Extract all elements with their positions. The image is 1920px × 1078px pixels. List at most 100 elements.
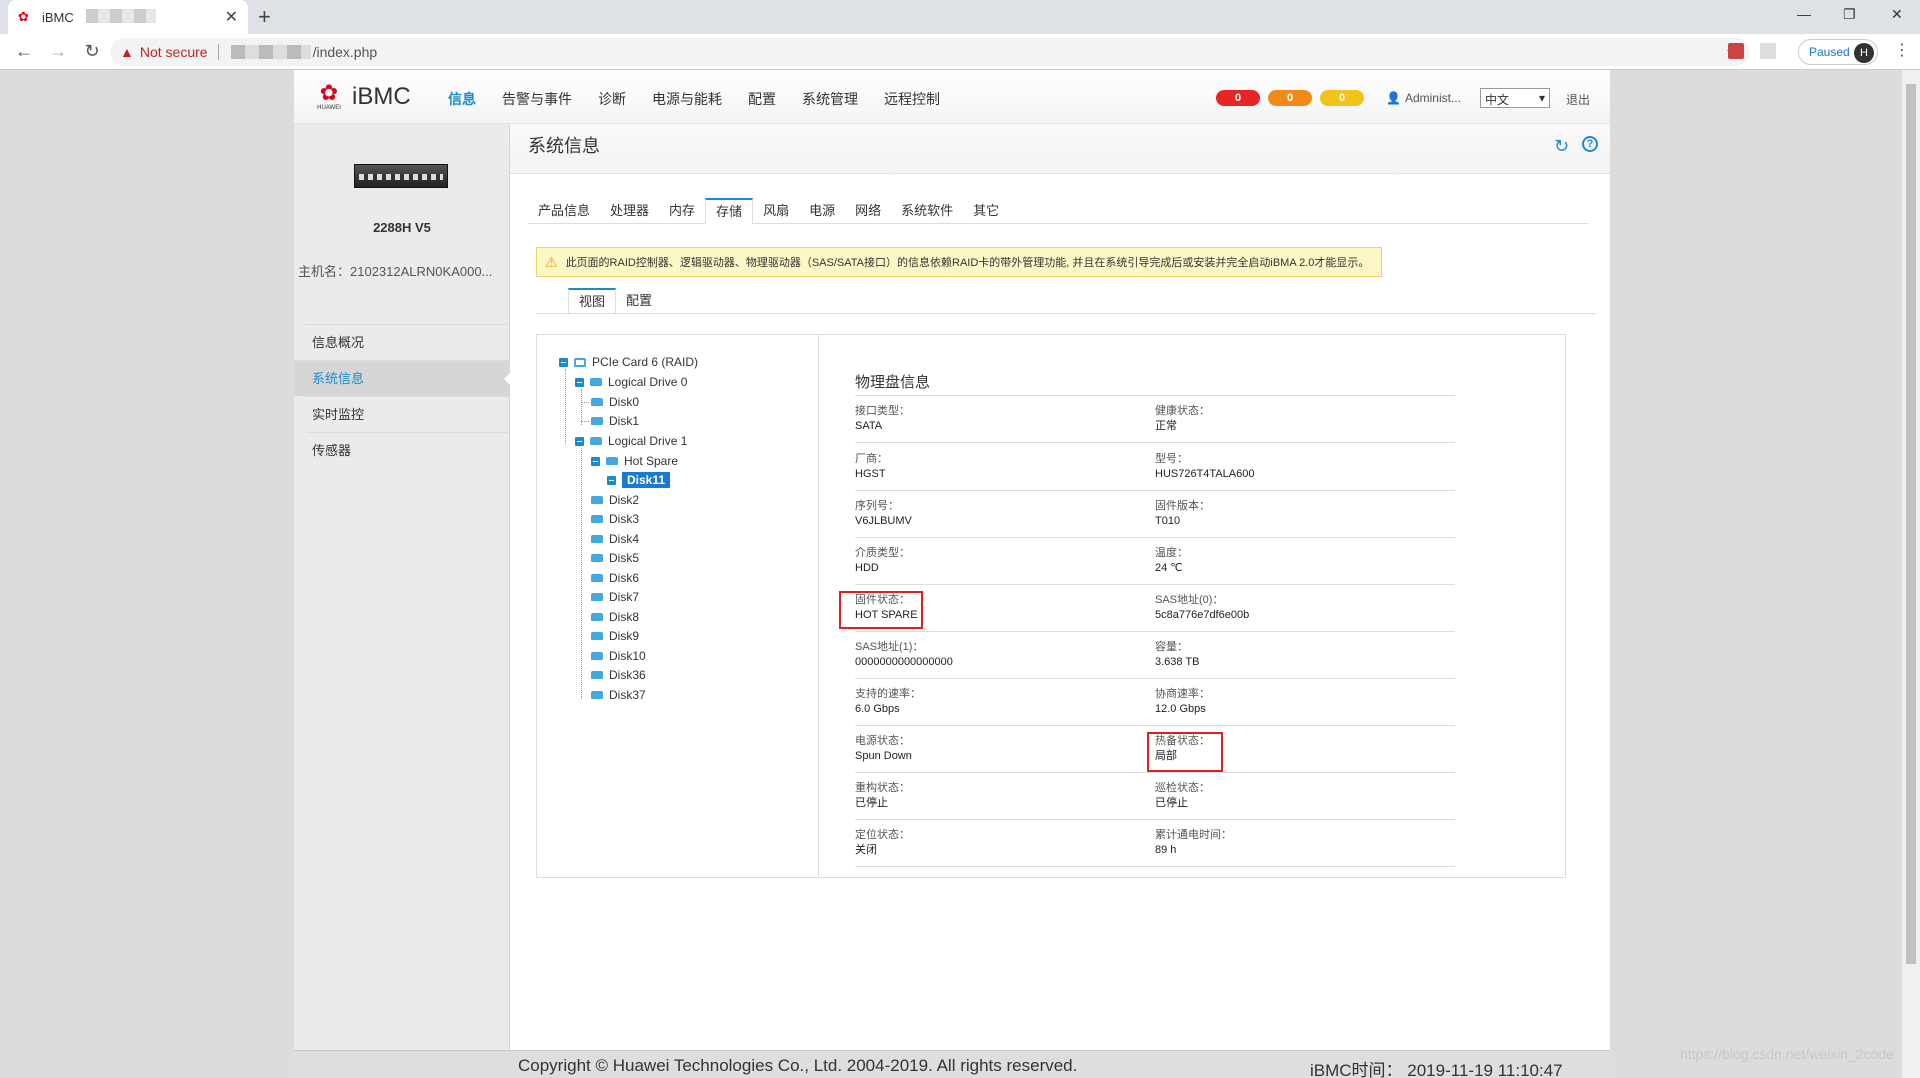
disk-icon <box>591 593 603 601</box>
tree-node-hot-spare[interactable]: Hot Spare <box>591 452 678 470</box>
tab-processor[interactable]: 处理器 <box>600 198 659 224</box>
tree-node-disk[interactable]: Disk8 <box>591 608 639 626</box>
detail-row: SAS地址(1)： 0000000000000000 容量： 3.638 TB <box>855 632 1455 679</box>
nav-alarms[interactable]: 告警与事件 <box>502 89 572 109</box>
restore-icon[interactable]: ❐ <box>1843 6 1856 23</box>
browser-toolbar: ← → ↻ ▲ Not secure /index.php ☆ <box>0 34 1920 70</box>
tree-node-logical-drive-1[interactable]: Logical Drive 1 <box>575 432 687 450</box>
minor-alarm-badge[interactable]: 0 <box>1320 90 1364 106</box>
minimize-icon[interactable]: — <box>1797 6 1811 22</box>
nav-system-admin[interactable]: 系统管理 <box>802 89 858 109</box>
critical-alarm-badge[interactable]: 0 <box>1216 90 1260 106</box>
nav-info[interactable]: 信息 <box>448 89 476 109</box>
sidebar-item-sensors[interactable]: 传感器 <box>306 432 510 468</box>
refresh-icon[interactable]: ↻ <box>1554 136 1569 157</box>
nav-diagnostics[interactable]: 诊断 <box>598 89 626 109</box>
language-select[interactable]: 中文 ▾ <box>1480 88 1550 108</box>
tab-view[interactable]: 视图 <box>568 288 617 315</box>
tree-node-disk[interactable]: Disk9 <box>591 627 639 645</box>
detail-row: 固件状态： HOT SPARE SAS地址(0)： 5c8a776e7df6e00b <box>855 585 1455 632</box>
tree-node-disk[interactable]: Disk37 <box>591 686 646 704</box>
tab-storage-config[interactable]: 配置 <box>616 288 662 314</box>
details-title: 物理盘信息 <box>855 374 931 391</box>
tree-node-disk[interactable]: Disk2 <box>591 491 639 509</box>
extension-icon[interactable] <box>1760 43 1776 59</box>
tree-node-disk[interactable]: Disk4 <box>591 530 639 548</box>
logo-sub: HUAWEI <box>317 105 341 111</box>
sidebar-item-system-info[interactable]: 系统信息 <box>294 360 511 396</box>
browser-tab[interactable]: ✿ iBMC ✕ <box>8 0 248 34</box>
server-image <box>354 164 448 188</box>
tab-network[interactable]: 网络 <box>845 198 891 224</box>
reload-icon[interactable]: ↻ <box>82 41 102 62</box>
detail-power-on-hours: 累计通电时间： 89 h <box>1155 829 1232 856</box>
detail-negotiated-speed: 协商速率： 12.0 Gbps <box>1155 688 1210 715</box>
page-background <box>1610 70 1902 1078</box>
address-bar[interactable]: ▲ Not secure /index.php ☆ <box>110 38 1750 66</box>
profile-paused-button[interactable]: Paused H <box>1798 39 1878 65</box>
pdf-extension-icon[interactable] <box>1728 43 1744 59</box>
page-scrollbar[interactable] <box>1902 70 1920 1078</box>
divider <box>217 44 219 60</box>
help-icon[interactable]: ? <box>1582 136 1598 152</box>
detail-patrol-state: 巡检状态： 已停止 <box>1155 782 1210 809</box>
tree-node-disk[interactable]: Disk7 <box>591 588 639 606</box>
tree-node-disk[interactable]: Disk10 <box>591 647 646 665</box>
nav-config[interactable]: 配置 <box>748 89 776 109</box>
tab-product-info[interactable]: 产品信息 <box>528 198 600 224</box>
major-alarm-badge[interactable]: 0 <box>1268 90 1312 106</box>
collapse-icon[interactable] <box>559 357 568 367</box>
warning-icon: ⚠ <box>545 253 558 270</box>
close-tab-icon[interactable]: ✕ <box>225 7 238 27</box>
tab-other[interactable]: 其它 <box>963 198 1009 224</box>
warning-icon: ▲ <box>120 44 134 60</box>
tree-node-disk[interactable]: Disk6 <box>591 569 639 587</box>
tree-node-disk[interactable]: Disk0 <box>581 393 639 411</box>
detail-firmware-version: 固件版本： T010 <box>1155 500 1210 527</box>
tab-memory[interactable]: 内存 <box>659 198 705 224</box>
detail-power-state: 电源状态： Spun Down <box>855 735 912 762</box>
tab-system-software[interactable]: 系统软件 <box>891 198 963 224</box>
sidebar-item-monitoring[interactable]: 实时监控 <box>306 396 510 432</box>
back-icon[interactable]: ← <box>14 41 34 62</box>
browser-tabstrip: ✿ iBMC ✕ + — ❐ ✕ <box>0 0 1920 34</box>
tree-node-raid-card[interactable]: PCIe Card 6 (RAID) <box>559 353 698 371</box>
tree-node-logical-drive-0[interactable]: Logical Drive 0 <box>575 373 687 391</box>
tree-node-disk[interactable]: Disk36 <box>591 666 646 684</box>
forward-icon[interactable]: → <box>48 41 68 62</box>
collapse-icon[interactable] <box>607 475 616 485</box>
hostname: 主机名：2102312ALRN0KA000... <box>298 264 493 279</box>
scrollbar-thumb[interactable] <box>1906 84 1916 964</box>
disk-icon <box>591 671 603 679</box>
logical-drive-icon <box>590 378 602 386</box>
logout-link[interactable]: 退出 <box>1566 91 1590 108</box>
left-panel: 2288H V5 主机名：2102312ALRN0KA000... 信息概况 系… <box>294 124 511 1050</box>
sidebar-item-overview[interactable]: 信息概况 <box>306 324 510 360</box>
collapse-icon[interactable] <box>575 436 584 446</box>
tree-node-disk[interactable]: Disk5 <box>591 549 639 567</box>
tree-node-disk11-selected[interactable]: Disk11 <box>607 471 671 489</box>
collapse-icon[interactable] <box>591 456 600 466</box>
not-secure-label[interactable]: Not secure <box>140 44 208 60</box>
close-window-icon[interactable]: ✕ <box>1891 6 1903 23</box>
tab-storage[interactable]: 存储 <box>705 198 754 225</box>
tree-line <box>581 389 582 425</box>
menu-kebab-icon[interactable]: ⋮ <box>1894 40 1910 60</box>
avatar: H <box>1854 43 1874 63</box>
tab-power[interactable]: 电源 <box>799 198 845 224</box>
nav-power[interactable]: 电源与能耗 <box>652 89 722 109</box>
collapse-icon[interactable] <box>575 377 584 387</box>
tree-line <box>581 421 589 422</box>
detail-row: 支持的速率： 6.0 Gbps 协商速率： 12.0 Gbps <box>855 679 1455 726</box>
new-tab-icon[interactable]: + <box>258 4 271 30</box>
disk-icon <box>591 574 603 582</box>
user-menu[interactable]: 👤 Administ... <box>1386 91 1461 105</box>
nav-remote-control[interactable]: 远程控制 <box>884 89 940 109</box>
disk-icon <box>591 691 603 699</box>
detail-serial: 序列号： V6JLBUMV <box>855 500 912 527</box>
detail-model: 型号： HUS726T4TALA600 <box>1155 453 1255 480</box>
ibmc-time: iBMC时间： 2019-11-19 11:10:47 <box>1310 1061 1563 1078</box>
tab-fan[interactable]: 风扇 <box>753 198 799 224</box>
tree-node-disk[interactable]: Disk3 <box>591 510 639 528</box>
tree-node-disk[interactable]: Disk1 <box>581 412 639 430</box>
